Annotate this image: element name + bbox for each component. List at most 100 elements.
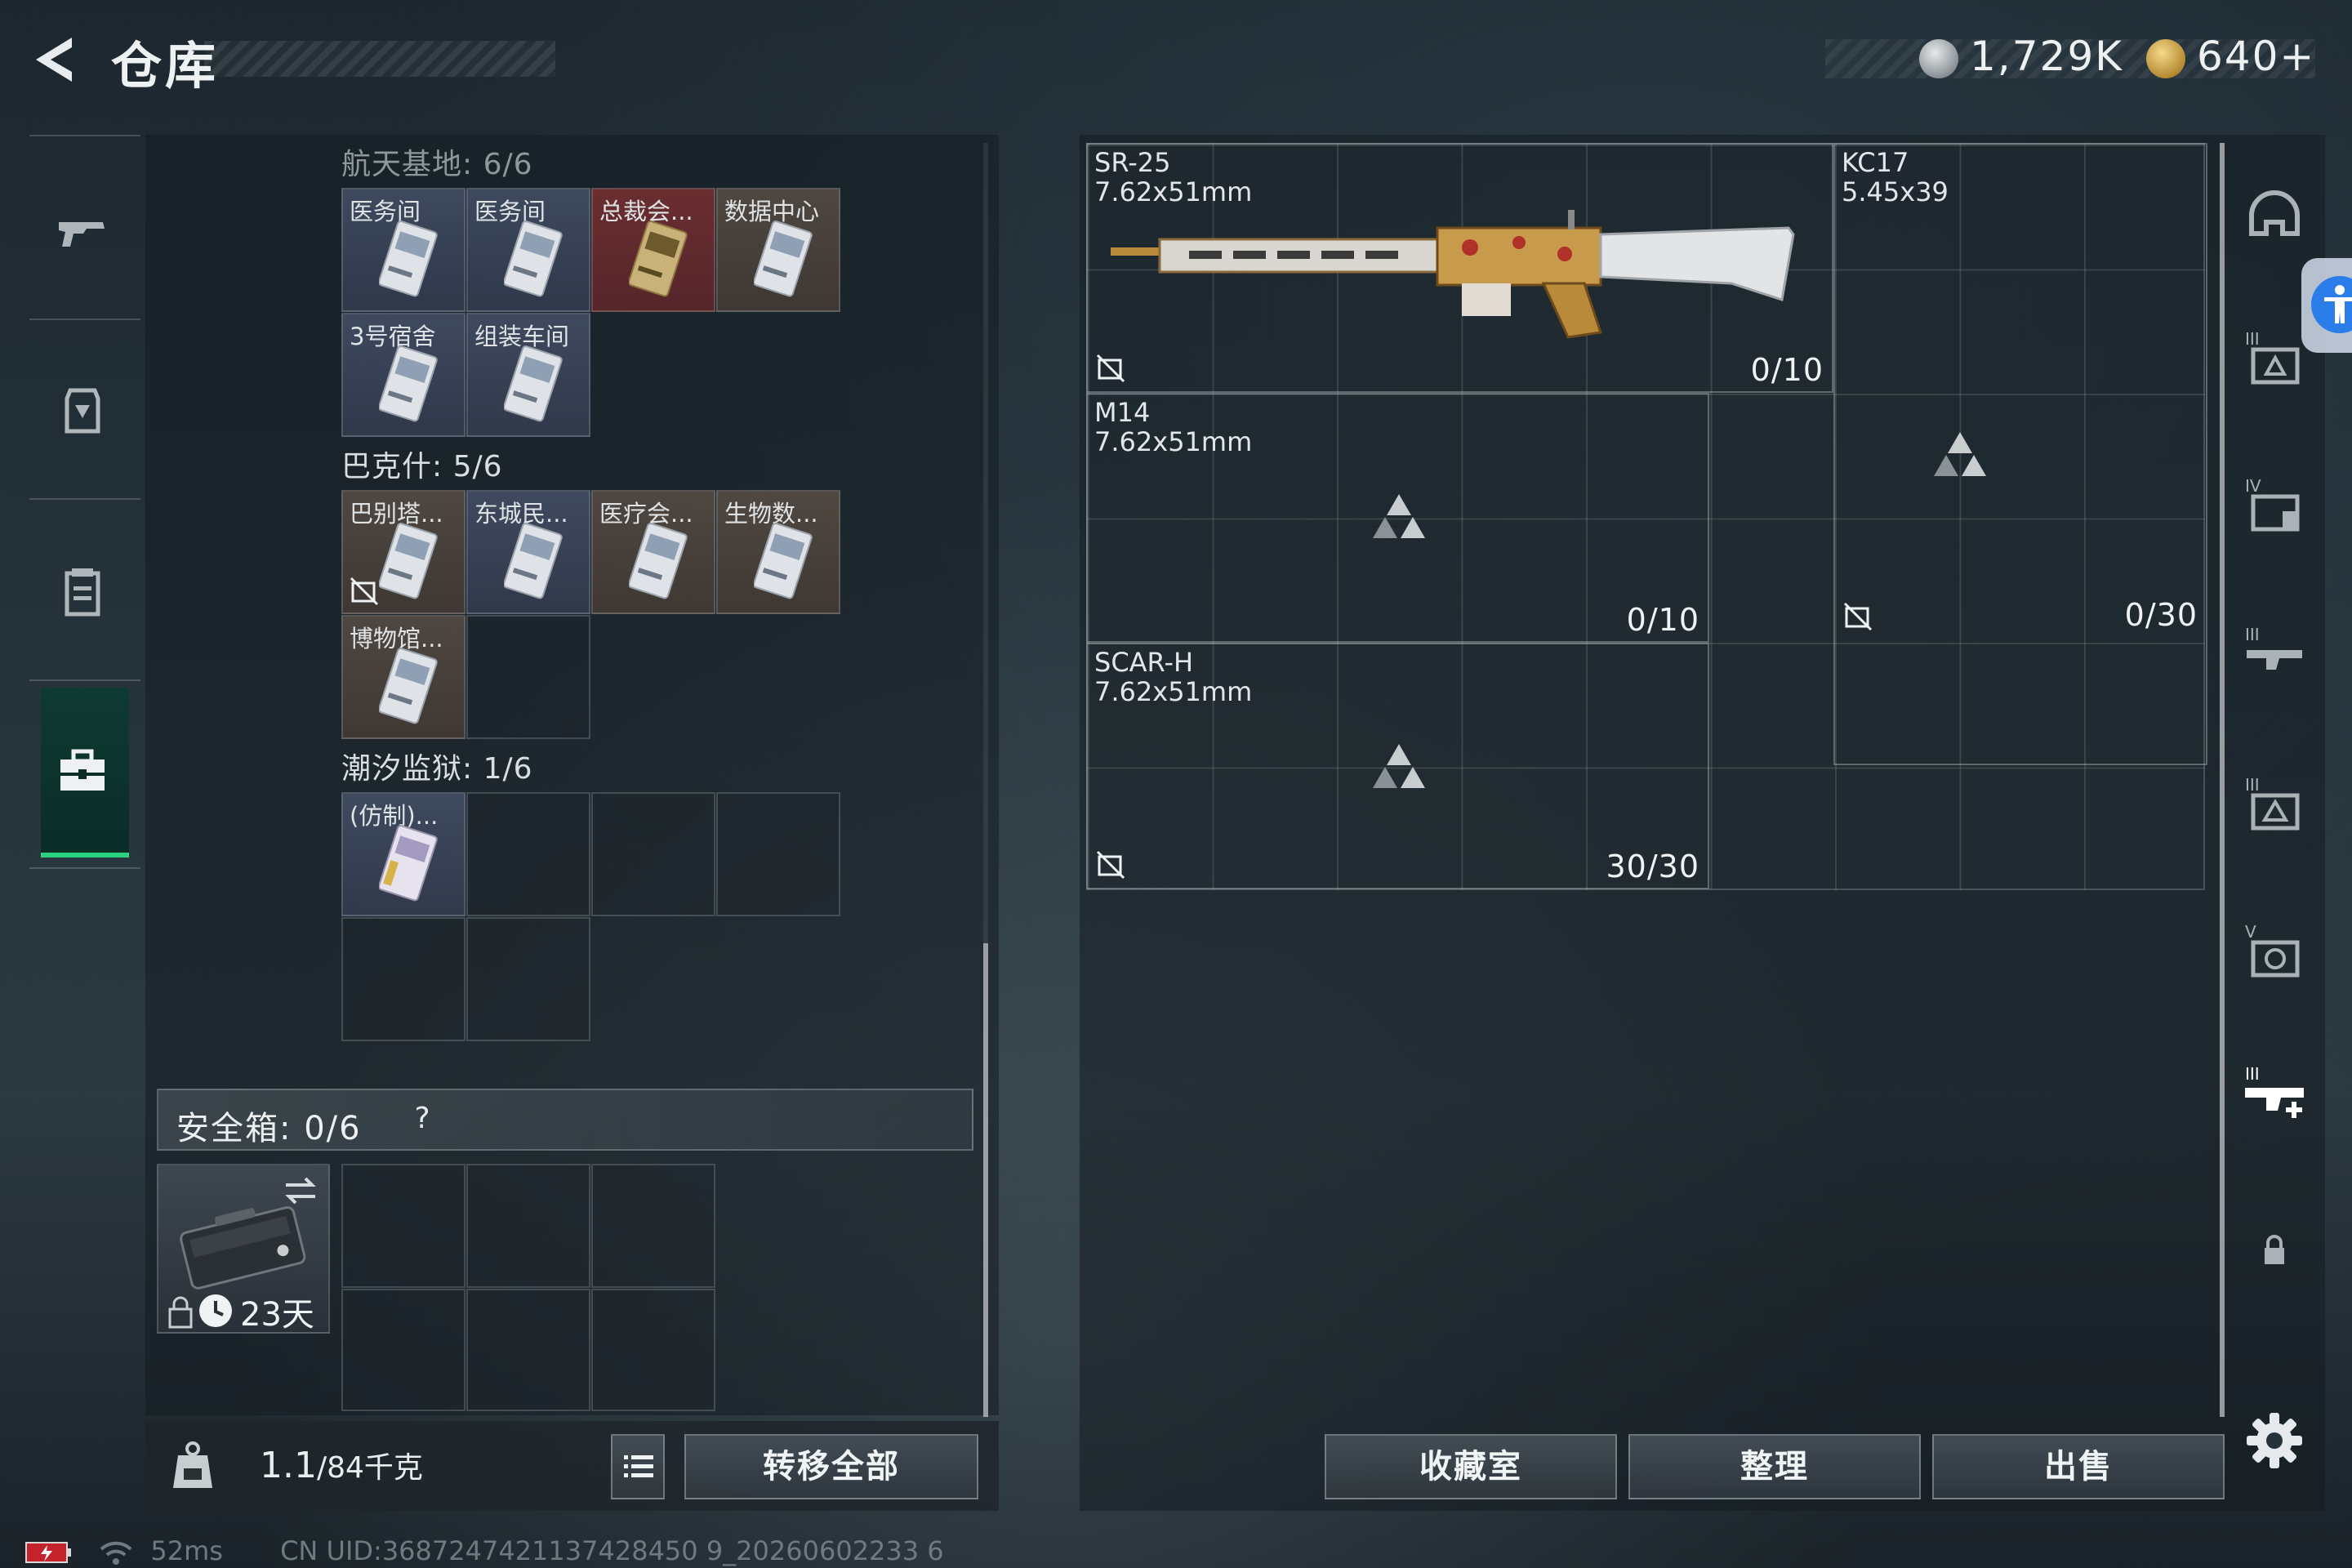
keycard-slot[interactable]: 数据中心 [716,188,840,312]
empty-weapon-placeholder-icon [1373,494,1425,538]
accessibility-button[interactable] [2301,258,2352,353]
no-transfer-icon [350,577,379,606]
keycard-icon [379,648,438,724]
tier3-armor-filter-icon[interactable]: III [2242,327,2307,392]
svg-text:III: III [2245,329,2260,349]
weapon-slot-m14[interactable]: M14 7.62x51mm 0/10 [1086,393,1709,643]
svg-text:IV: IV [2245,476,2261,496]
currency-secondary[interactable]: 640+ [2197,33,2315,80]
wifi-icon [100,1541,132,1565]
weight-icon [173,1441,212,1488]
weapon-caliber: 5.45x39 [1842,176,1949,207]
safebox-slot[interactable] [341,1289,466,1411]
safebox-slot[interactable] [341,1164,466,1288]
weapon-slot-scarh[interactable]: SCAR-H 7.62x51mm 30/30 [1086,643,1709,889]
weapon-slot-kc17[interactable]: KC17 5.45x39 0/30 [1833,143,2207,765]
svg-text:III: III [2245,775,2260,795]
title-stripe [204,41,555,77]
sort-button[interactable]: 整理 [1628,1434,1921,1499]
no-transfer-icon [1843,602,1873,631]
group-title-tidal-prison: 潮汐监狱: 1/6 [341,752,533,786]
safebox-slot[interactable] [591,1289,715,1411]
svg-text:V: V [2245,922,2256,942]
scrollbar-right[interactable] [2220,143,2225,1417]
tier3-case-filter-icon[interactable]: III [2242,773,2307,838]
keycard-slot[interactable]: 东城民... [466,490,590,614]
keycard-slot[interactable]: 3号宿舍 [341,313,466,437]
tier5-gear-filter-icon[interactable]: V [2242,920,2307,985]
weight-readout: 1.1/84千克 [260,1444,423,1486]
tier4-backpack-filter-icon[interactable]: IV [2242,474,2307,539]
safebox-case-icon [180,1206,306,1290]
weapon-name: SR-25 [1094,147,1171,178]
list-view-button[interactable] [611,1434,665,1499]
weight-value: 1.1 [260,1445,317,1486]
safebox-header: 安全箱: 0/6 ? [157,1089,973,1151]
weapon-slot-sr25[interactable]: SR-25 7.62x51mm 0/10 [1086,143,1833,393]
safebox-slot[interactable] [466,1164,590,1288]
battery-charging-icon [25,1542,71,1563]
safebox-slot[interactable] [591,1164,715,1288]
rail-divider [29,135,140,136]
back-arrow-icon[interactable] [24,31,82,88]
group-title-bakhsh: 巴克什: 5/6 [341,450,503,483]
safebox-slot[interactable] [466,1289,590,1411]
empty-key-slot[interactable] [591,792,715,916]
weapon-category-icon[interactable] [54,204,111,261]
help-icon[interactable]: ? [403,1100,441,1138]
empty-key-slot[interactable] [466,917,590,1041]
settings-gear-icon[interactable] [2242,1408,2307,1473]
weight-max: /84千克 [316,1451,423,1485]
keycard-slot[interactable]: 生物数... [716,490,840,614]
keycard-icon [379,220,438,297]
keycard-slot[interactable]: 医务间 [466,188,590,312]
keycard-slot[interactable]: 医务间 [341,188,466,312]
keycard-icon [629,220,688,297]
safebox-days-left: 23天 [240,1296,314,1334]
toolbox-icon[interactable] [54,743,111,800]
keycard-icon [379,523,438,599]
group-title-aerospace: 航天基地: 6/6 [341,148,533,181]
keycard-slot[interactable]: 博物馆... [341,615,466,739]
keycard-icon [379,825,438,902]
empty-key-slot[interactable] [466,792,590,916]
keycard-slot[interactable]: 巴别塔... [341,490,466,614]
tier3-rifle-filter-icon[interactable]: III [2242,622,2307,688]
list-icon [624,1455,653,1477]
empty-weapon-placeholder-icon [1373,744,1425,788]
keycard-icon [629,523,688,599]
empty-key-slot[interactable] [716,792,840,916]
keycard-slot[interactable]: 总裁会... [591,188,715,312]
clock-icon [199,1294,232,1327]
lock-filter-icon[interactable] [2242,1217,2307,1282]
weapon-name: KC17 [1842,147,1909,178]
weapon-name: M14 [1094,397,1151,428]
keycard-icon [504,220,563,297]
sell-button[interactable]: 出售 [1932,1434,2225,1499]
svg-text:III: III [2245,625,2260,644]
weapon-caliber: 7.62x51mm [1094,426,1253,457]
keycard-slot[interactable]: 组装车间 [466,313,590,437]
no-transfer-icon [1096,850,1125,880]
scrollbar-left[interactable] [983,943,988,1417]
keycard-slot[interactable]: (仿制)... [341,792,466,916]
rifle-sr25-image [1111,210,1795,339]
empty-key-slot[interactable] [341,917,466,1041]
currency-primary: 1,729K [1970,33,2123,80]
tier3-weapon-filter-active-icon[interactable]: III [2242,1062,2307,1127]
transfer-all-button[interactable]: 转移全部 [684,1434,978,1499]
keycard-icon [504,523,563,599]
consumable-category-icon[interactable] [54,564,111,621]
keycard-slot[interactable]: 医疗会... [591,490,715,614]
safebox-item[interactable]: 23天 [157,1164,330,1334]
rail-divider [29,679,140,681]
empty-key-slot[interactable] [466,615,590,739]
lock-icon [168,1296,193,1329]
ammo-count: 0/10 [1626,602,1699,638]
armor-category-icon[interactable] [54,382,111,439]
weapon-caliber: 7.62x51mm [1094,676,1253,707]
helmet-filter-icon[interactable] [2242,186,2307,252]
rail-divider [29,867,140,869]
silver-coin-icon [1919,39,1958,78]
collection-room-button[interactable]: 收藏室 [1325,1434,1617,1499]
